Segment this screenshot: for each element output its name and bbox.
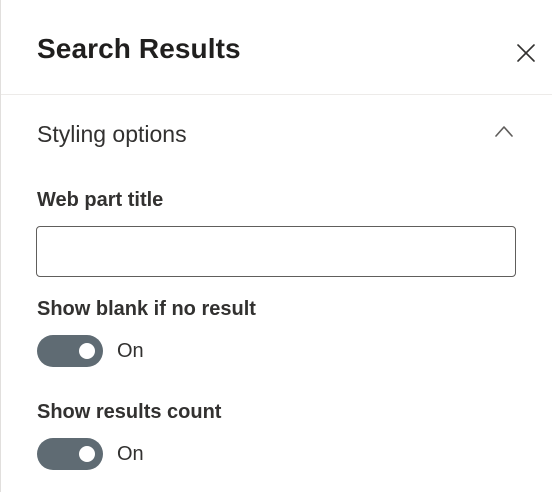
pane-header: Search Results	[1, 0, 552, 95]
toggle-knob	[79, 446, 95, 462]
show-blank-toggle[interactable]	[37, 335, 103, 367]
toggle-knob	[79, 343, 95, 359]
show-count-state-text: On	[117, 442, 144, 465]
pane-title: Search Results	[37, 33, 241, 64]
show-count-label: Show results count	[37, 401, 222, 423]
chevron-up-icon[interactable]	[494, 124, 514, 138]
web-part-title-input[interactable]	[36, 226, 516, 277]
show-blank-state-text: On	[117, 339, 144, 362]
property-pane: Search Results Styling options Web part …	[0, 0, 552, 492]
show-blank-toggle-row: On	[37, 335, 144, 367]
show-count-toggle[interactable]	[37, 438, 103, 470]
show-blank-label: Show blank if no result	[37, 298, 256, 320]
show-count-toggle-row: On	[37, 438, 144, 470]
close-button[interactable]	[513, 40, 539, 66]
styling-options-section-header[interactable]: Styling options	[1, 112, 552, 156]
close-icon	[517, 44, 535, 62]
section-title: Styling options	[37, 121, 187, 147]
web-part-title-label: Web part title	[37, 189, 164, 211]
